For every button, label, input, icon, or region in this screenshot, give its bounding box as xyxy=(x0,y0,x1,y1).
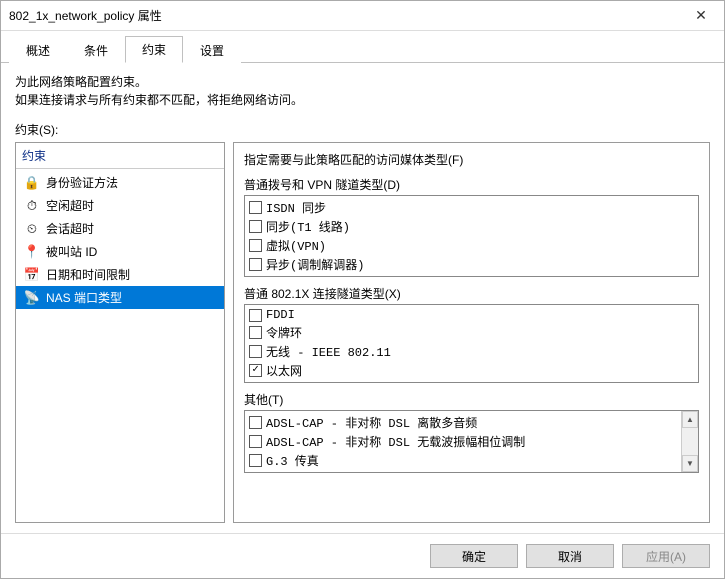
checkbox-label: ISDN 同步 xyxy=(266,199,326,216)
cancel-button[interactable]: 取消 xyxy=(526,544,614,568)
checkbox-label: FDDI xyxy=(266,308,295,322)
scroll-down-button[interactable]: ▼ xyxy=(682,455,698,472)
tree-item-day-time-restrictions[interactable]: 📅 日期和时间限制 xyxy=(16,263,224,286)
checkbox-label: 令牌环 xyxy=(266,324,302,341)
description-line: 如果连接请求与所有约束都不匹配，将拒绝网络访问。 xyxy=(15,91,710,109)
tree-item-called-station-id[interactable]: 📍 被叫站 ID xyxy=(16,240,224,263)
checkbox-icon xyxy=(249,454,262,467)
tree-item-label: 会话超时 xyxy=(46,220,94,237)
checkbox-label: 同步(T1 线路) xyxy=(266,218,350,235)
dialog-buttons: 确定 取消 应用(A) xyxy=(1,533,724,578)
window-title: 802_1x_network_policy 属性 xyxy=(9,7,162,24)
ok-button[interactable]: 确定 xyxy=(430,544,518,568)
checkbox-isdn-sync[interactable]: ISDN 同步 xyxy=(247,198,696,217)
checkbox-sync-t1[interactable]: 同步(T1 线路) xyxy=(247,217,696,236)
timer-icon: ⏲ xyxy=(24,221,40,237)
checkbox-label: 异步(调制解调器) xyxy=(266,256,364,273)
checkbox-token-ring[interactable]: 令牌环 xyxy=(247,323,696,342)
close-icon: ✕ xyxy=(695,7,707,24)
button-label: 确定 xyxy=(462,548,486,565)
scroll-up-button[interactable]: ▲ xyxy=(682,411,698,428)
apply-button[interactable]: 应用(A) xyxy=(622,544,710,568)
tab-label: 概述 xyxy=(26,44,50,58)
content-area: 为此网络策略配置约束。 如果连接请求与所有约束都不匹配，将拒绝网络访问。 约束(… xyxy=(1,63,724,533)
checkbox-icon xyxy=(249,364,262,377)
checkbox-icon xyxy=(249,239,262,252)
tree-item-session-timeout[interactable]: ⏲ 会话超时 xyxy=(16,217,224,240)
pin-icon: 📍 xyxy=(24,244,40,260)
tab-label: 约束 xyxy=(142,43,166,57)
checkbox-label: ADSL-CAP - 非对称 DSL 离散多音频 xyxy=(266,414,477,431)
tree-item-nas-port-type[interactable]: 📡 NAS 端口类型 xyxy=(16,286,224,309)
scrollbar[interactable]: ▲ ▼ xyxy=(681,411,698,472)
tree-item-label: 被叫站 ID xyxy=(46,243,97,260)
checkbox-icon xyxy=(249,345,262,358)
checkbox-label: 无线 - IEEE 802.11 xyxy=(266,343,391,360)
checkbox-g3-fax[interactable]: G.3 传真 xyxy=(247,451,680,470)
listbox-other[interactable]: ADSL-CAP - 非对称 DSL 离散多音频 ADSL-CAP - 非对称 … xyxy=(244,410,699,473)
constraints-tree: 🔒 身份验证方法 ⏱ 空闲超时 ⏲ 会话超时 📍 被叫站 ID xyxy=(16,169,224,522)
checkbox-fddi[interactable]: FDDI xyxy=(247,307,696,323)
constraints-caption: 约束(S): xyxy=(15,121,710,138)
description-text: 为此网络策略配置约束。 如果连接请求与所有约束都不匹配，将拒绝网络访问。 xyxy=(15,73,710,109)
checkbox-label: 虚拟(VPN) xyxy=(266,237,326,254)
description-line: 为此网络策略配置约束。 xyxy=(15,73,710,91)
tree-item-label: 日期和时间限制 xyxy=(46,266,130,283)
listbox-8021x[interactable]: FDDI 令牌环 无线 - IEEE 802.11 以太网 xyxy=(244,304,699,383)
chevron-up-icon: ▲ xyxy=(686,415,694,424)
checkbox-ethernet[interactable]: 以太网 xyxy=(247,361,696,380)
group-label: 其他(T) xyxy=(244,391,699,408)
checkbox-wireless-80211[interactable]: 无线 - IEEE 802.11 xyxy=(247,342,696,361)
tab-overview[interactable]: 概述 xyxy=(9,37,67,63)
tab-label: 条件 xyxy=(84,44,108,58)
tab-settings[interactable]: 设置 xyxy=(183,37,241,63)
checkbox-adsl-cap-cap[interactable]: ADSL-CAP - 非对称 DSL 无载波振幅相位调制 xyxy=(247,432,680,451)
tree-item-label: 空闲超时 xyxy=(46,197,94,214)
tree-item-label: 身份验证方法 xyxy=(46,174,118,191)
constraints-header: 约束 xyxy=(16,143,224,169)
calendar-icon: 📅 xyxy=(24,267,40,283)
clock-icon: ⏱ xyxy=(24,198,40,214)
checkbox-virtual-vpn[interactable]: 虚拟(VPN) xyxy=(247,236,696,255)
checkbox-icon xyxy=(249,416,262,429)
button-label: 应用(A) xyxy=(646,548,686,565)
tab-label: 设置 xyxy=(200,44,224,58)
titlebar: 802_1x_network_policy 属性 ✕ xyxy=(1,1,724,31)
tree-item-auth-method[interactable]: 🔒 身份验证方法 xyxy=(16,171,224,194)
antenna-icon: 📡 xyxy=(24,290,40,306)
dual-pane: 约束 🔒 身份验证方法 ⏱ 空闲超时 ⏲ 会话超时 📍 xyxy=(15,142,710,523)
button-label: 取消 xyxy=(558,548,582,565)
group-dialup-vpn: 普通拨号和 VPN 隧道类型(D) ISDN 同步 同步(T1 线路) 虚拟(V… xyxy=(244,176,699,277)
constraints-list-pane: 约束 🔒 身份验证方法 ⏱ 空闲超时 ⏲ 会话超时 📍 xyxy=(15,142,225,523)
lock-icon: 🔒 xyxy=(24,175,40,191)
tab-conditions[interactable]: 条件 xyxy=(67,37,125,63)
checkbox-icon xyxy=(249,309,262,322)
details-pane: 指定需要与此策略匹配的访问媒体类型(F) 普通拨号和 VPN 隧道类型(D) I… xyxy=(233,142,710,523)
checkbox-async-modem[interactable]: 异步(调制解调器) xyxy=(247,255,696,274)
checkbox-adsl-cap-dmt[interactable]: ADSL-CAP - 非对称 DSL 离散多音频 xyxy=(247,413,680,432)
checkbox-icon xyxy=(249,258,262,271)
details-heading: 指定需要与此策略匹配的访问媒体类型(F) xyxy=(244,151,699,168)
tree-item-label: NAS 端口类型 xyxy=(46,289,122,306)
tab-strip: 概述 条件 约束 设置 xyxy=(1,31,724,63)
tree-item-idle-timeout[interactable]: ⏱ 空闲超时 xyxy=(16,194,224,217)
listbox-dialup-vpn[interactable]: ISDN 同步 同步(T1 线路) 虚拟(VPN) 异步(调制解调器) xyxy=(244,195,699,277)
checkbox-label: 以太网 xyxy=(266,362,302,379)
checkbox-icon xyxy=(249,435,262,448)
tab-constraints[interactable]: 约束 xyxy=(125,36,183,63)
dialog-window: 802_1x_network_policy 属性 ✕ 概述 条件 约束 设置 为… xyxy=(0,0,725,579)
chevron-down-icon: ▼ xyxy=(686,459,694,468)
checkbox-label: G.3 传真 xyxy=(266,452,319,469)
checkbox-icon xyxy=(249,201,262,214)
group-other: 其他(T) ADSL-CAP - 非对称 DSL 离散多音频 ADSL-CAP … xyxy=(244,391,699,473)
close-button[interactable]: ✕ xyxy=(678,1,724,31)
checkbox-icon xyxy=(249,220,262,233)
group-8021x: 普通 802.1X 连接隧道类型(X) FDDI 令牌环 无线 - IEEE 8… xyxy=(244,285,699,383)
group-label: 普通 802.1X 连接隧道类型(X) xyxy=(244,285,699,302)
checkbox-label: ADSL-CAP - 非对称 DSL 无载波振幅相位调制 xyxy=(266,433,525,450)
group-label: 普通拨号和 VPN 隧道类型(D) xyxy=(244,176,699,193)
checkbox-icon xyxy=(249,326,262,339)
